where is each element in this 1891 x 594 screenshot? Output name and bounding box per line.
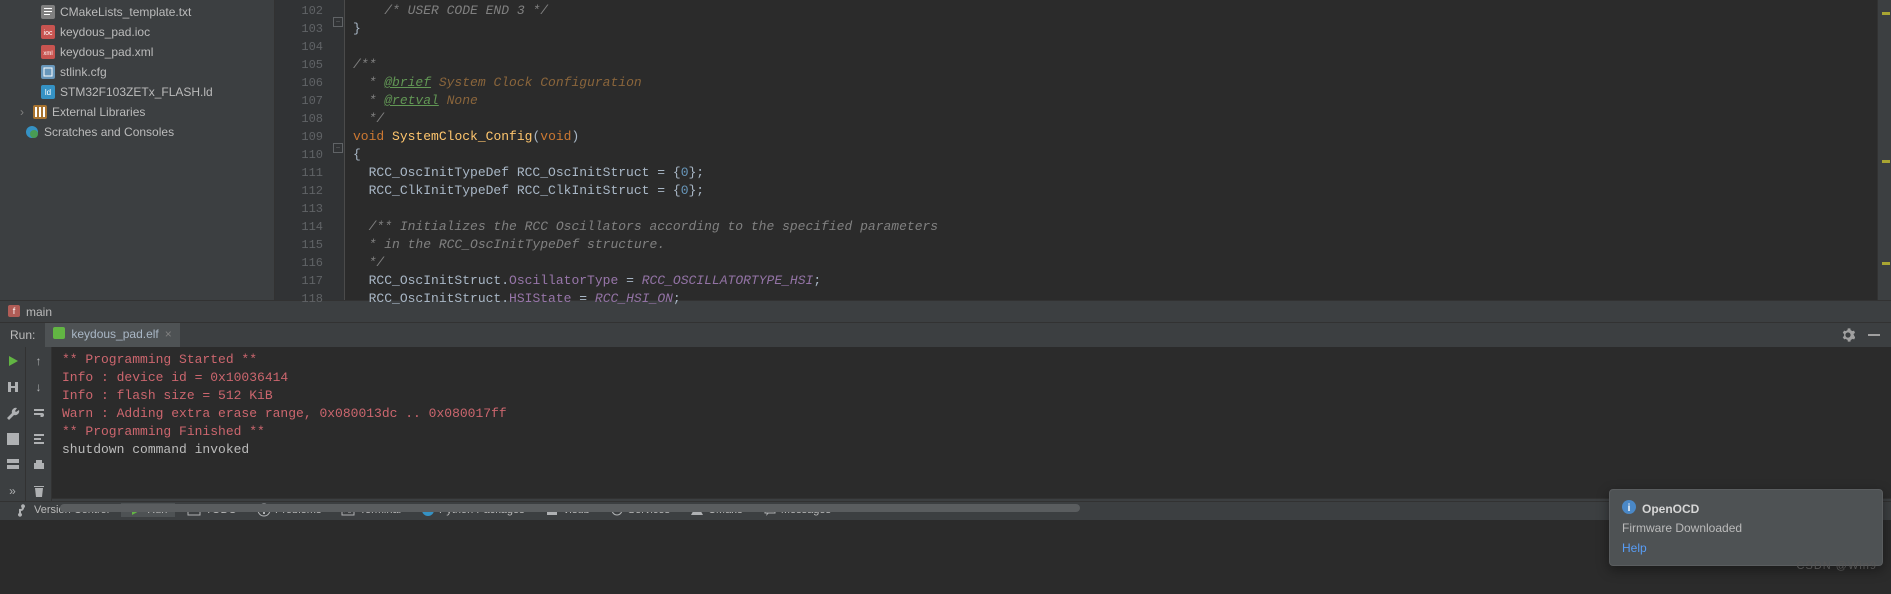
tree-item-label: stlink.cfg bbox=[60, 65, 107, 79]
chevron-right-icon: › bbox=[20, 105, 30, 119]
balloon-help-link[interactable]: Help bbox=[1622, 541, 1647, 555]
console-line: ** Programming Started ** bbox=[62, 351, 1881, 369]
tree-item-label: keydous_pad.xml bbox=[60, 45, 153, 59]
tree-file-item[interactable]: stlink.cfg bbox=[0, 62, 274, 82]
tree-scratches[interactable]: Scratches and Consoles bbox=[0, 122, 274, 142]
tree-item-label: CMakeLists_template.txt bbox=[60, 5, 191, 19]
settings-icon[interactable] bbox=[1839, 326, 1857, 344]
console-line: shutdown command invoked bbox=[62, 441, 1881, 459]
code-editor[interactable]: 1021031041051061071081091101111121131141… bbox=[275, 0, 1891, 300]
run-console-output[interactable]: ** Programming Started **Info : device i… bbox=[52, 347, 1891, 501]
tree-item-label: External Libraries bbox=[52, 105, 145, 119]
run-header: Run: keydous_pad.elf × bbox=[0, 323, 1891, 347]
delete-icon[interactable] bbox=[29, 481, 49, 501]
library-icon bbox=[32, 104, 48, 120]
pause-icon[interactable] bbox=[3, 429, 23, 449]
tree-item-label: Scratches and Consoles bbox=[44, 125, 174, 139]
horizontal-scrollbar[interactable] bbox=[0, 501, 1891, 502]
info-icon: i bbox=[1622, 500, 1636, 517]
console-line: Info : device id = 0x10036414 bbox=[62, 369, 1881, 387]
fold-column[interactable]: − − bbox=[331, 0, 345, 300]
down-icon[interactable]: ↓ bbox=[29, 377, 49, 397]
wrench-icon[interactable] bbox=[3, 403, 23, 423]
expand-icon[interactable]: » bbox=[3, 481, 23, 501]
console-line: Info : flash size = 512 KiB bbox=[62, 387, 1881, 405]
layout-icon[interactable] bbox=[3, 455, 23, 475]
tree-file-item[interactable]: xml keydous_pad.xml bbox=[0, 42, 274, 62]
file-icon bbox=[40, 4, 56, 20]
rerun-icon[interactable] bbox=[3, 351, 23, 371]
hide-icon[interactable] bbox=[1865, 326, 1883, 344]
file-icon: xml bbox=[40, 44, 56, 60]
file-icon bbox=[40, 64, 56, 80]
scratches-icon bbox=[24, 124, 40, 140]
console-line: Warn : Adding extra erase range, 0x08001… bbox=[62, 405, 1881, 423]
notification-balloon[interactable]: i OpenOCD Firmware Downloaded Help bbox=[1609, 489, 1883, 566]
svg-text:i: i bbox=[1628, 503, 1631, 514]
breadcrumb-label: main bbox=[26, 305, 52, 319]
fold-marker-icon[interactable]: − bbox=[333, 17, 343, 27]
tree-item-label: STM32F103ZETx_FLASH.ld bbox=[60, 85, 213, 99]
svg-text:ioc: ioc bbox=[44, 30, 53, 37]
scroll-to-end-icon[interactable] bbox=[29, 429, 49, 449]
tree-external-libraries[interactable]: › External Libraries bbox=[0, 102, 274, 122]
branch-icon bbox=[16, 503, 30, 517]
function-icon: f bbox=[8, 305, 22, 319]
soft-wrap-icon[interactable] bbox=[29, 403, 49, 423]
svg-text:xml: xml bbox=[43, 51, 52, 57]
watermark: CSDN @Win9 bbox=[1797, 560, 1877, 572]
file-icon: ioc bbox=[40, 24, 56, 40]
file-icon: ld bbox=[40, 84, 56, 100]
run-config-icon bbox=[53, 327, 67, 341]
balloon-title-text: OpenOCD bbox=[1642, 502, 1699, 516]
run-tab-label: keydous_pad.elf bbox=[71, 327, 158, 341]
run-tool-window: Run: keydous_pad.elf × » ↑ ↓ ** Prog bbox=[0, 322, 1891, 498]
tree-file-item[interactable]: CMakeLists_template.txt bbox=[0, 2, 274, 22]
run-tab[interactable]: keydous_pad.elf × bbox=[45, 323, 179, 347]
line-number-gutter: 1021031041051061071081091101111121131141… bbox=[275, 0, 331, 300]
tree-file-item[interactable]: ld STM32F103ZETx_FLASH.ld bbox=[0, 82, 274, 102]
run-label: Run: bbox=[0, 328, 45, 342]
run-toolbar-primary: » bbox=[0, 347, 26, 501]
run-toolbar-secondary: ↑ ↓ bbox=[26, 347, 52, 501]
project-tree[interactable]: CMakeLists_template.txtioc keydous_pad.io… bbox=[0, 0, 275, 300]
fold-marker-icon[interactable]: − bbox=[333, 143, 343, 153]
close-icon[interactable]: × bbox=[165, 327, 172, 341]
up-icon[interactable]: ↑ bbox=[29, 351, 49, 371]
tree-file-item[interactable]: ioc keydous_pad.ioc bbox=[0, 22, 274, 42]
balloon-message: Firmware Downloaded bbox=[1622, 521, 1870, 535]
print-icon[interactable] bbox=[29, 455, 49, 475]
stop-icon[interactable] bbox=[3, 377, 23, 397]
code-content[interactable]: /* USER CODE END 3 */}/** * @brief Syste… bbox=[345, 0, 1877, 300]
svg-text:ld: ld bbox=[45, 88, 51, 97]
tree-item-label: keydous_pad.ioc bbox=[60, 25, 150, 39]
console-line: ** Programming Finished ** bbox=[62, 423, 1881, 441]
